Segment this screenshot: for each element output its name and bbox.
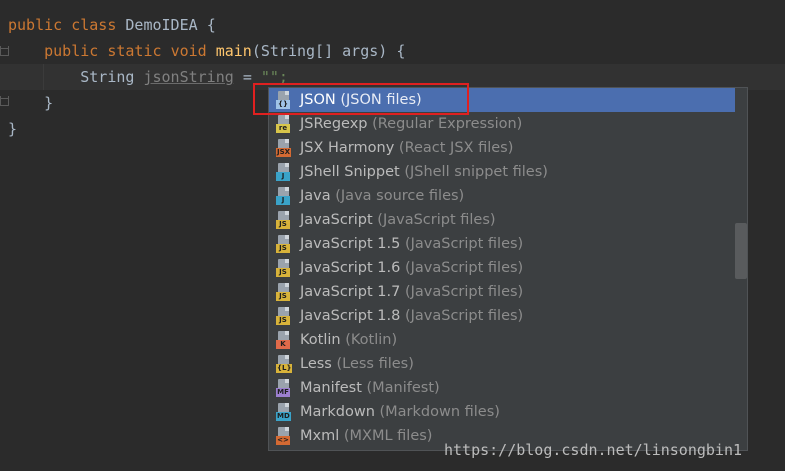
language-name: Kotlin: [300, 332, 341, 348]
keyword: class: [71, 16, 117, 34]
code-line-5: }: [8, 116, 17, 142]
javascript-file-icon: JS: [276, 235, 293, 253]
javascript-file-icon: JS: [276, 211, 293, 229]
kotlin-file-icon: K: [276, 331, 293, 349]
keyword: public: [8, 16, 63, 34]
completion-item-label: JSRegexp (Regular Expression): [300, 112, 522, 136]
less-file-icon: {L}: [276, 355, 293, 373]
watermark: https://blog.csdn.net/linsongbin1: [444, 441, 743, 459]
method-name: main: [215, 42, 252, 60]
annotation-highlight-box: [253, 83, 469, 115]
completion-item-label: JavaScript 1.8 (JavaScript files): [300, 304, 523, 328]
language-description: (JavaScript files): [404, 236, 524, 252]
close-brace: }: [8, 120, 18, 138]
javascript-file-icon: JS: [276, 283, 293, 301]
language-description: (JavaScript files): [404, 260, 524, 276]
completion-item-label: Java (Java source files): [300, 184, 464, 208]
completion-item[interactable]: JS JavaScript 1.6 (JavaScript files): [269, 256, 735, 280]
language-name: Java: [300, 188, 331, 204]
language-name: Manifest: [300, 380, 362, 396]
completion-item[interactable]: JS JavaScript 1.8 (JavaScript files): [269, 304, 735, 328]
close-brace: }: [44, 94, 54, 112]
completion-item-label: JavaScript (JavaScript files): [300, 208, 496, 232]
completion-item[interactable]: JS JavaScript 1.7 (JavaScript files): [269, 280, 735, 304]
completion-item-label: JavaScript 1.7 (JavaScript files): [300, 280, 523, 304]
code-line-1: public class DemoIDEA {: [8, 12, 216, 38]
language-description: (MXML files): [343, 428, 433, 444]
language-name: Less: [300, 356, 332, 372]
language-name: JSX Harmony: [300, 140, 395, 156]
jsx-file-icon: JSX: [276, 139, 293, 157]
completion-item[interactable]: JS JavaScript 1.5 (JavaScript files): [269, 232, 735, 256]
keyword: void: [170, 42, 207, 60]
completion-item[interactable]: re JSRegexp (Regular Expression): [269, 112, 735, 136]
keyword: public: [44, 42, 99, 60]
language-description: (JavaScript files): [377, 212, 496, 228]
language-name: Mxml: [300, 428, 340, 444]
completion-item[interactable]: K Kotlin (Kotlin): [269, 328, 735, 352]
language-description: (Manifest): [366, 380, 440, 396]
completion-item-label: Markdown (Markdown files): [300, 400, 500, 424]
completion-item[interactable]: J JShell Snippet (JShell snippet files): [269, 160, 735, 184]
jshell-file-icon: J: [276, 163, 293, 181]
manifest-file-icon: MF: [276, 379, 293, 397]
language-description: (Regular Expression): [372, 116, 523, 132]
completion-item[interactable]: JSX JSX Harmony (React JSX files): [269, 136, 735, 160]
language-name: JavaScript 1.6: [300, 260, 401, 276]
completion-item-label: Less (Less files): [300, 352, 414, 376]
completion-item-label: Kotlin (Kotlin): [300, 328, 397, 352]
language-description: (JShell snippet files): [404, 164, 548, 180]
javascript-file-icon: JS: [276, 307, 293, 325]
variable-name: jsonString: [143, 68, 234, 86]
completion-item[interactable]: J Java (Java source files): [269, 184, 735, 208]
language-name: JavaScript 1.8: [300, 308, 401, 324]
mxml-file-icon: <>: [276, 427, 293, 445]
code-line-2: public static void main(String[] args) {: [8, 38, 405, 64]
completion-item[interactable]: {L} Less (Less files): [269, 352, 735, 376]
class-name: DemoIDEA: [125, 16, 198, 34]
javascript-file-icon: JS: [276, 259, 293, 277]
completion-item[interactable]: JS JavaScript (JavaScript files): [269, 208, 735, 232]
completion-item-label: JavaScript 1.5 (JavaScript files): [300, 232, 523, 256]
regexp-file-icon: re: [276, 115, 293, 133]
code-line-3: String jsonString = "";: [8, 64, 288, 90]
code-line-4: }: [8, 90, 53, 116]
language-name: JavaScript: [300, 212, 373, 228]
method-args: (String[] args): [251, 42, 388, 60]
completion-item-label: JShell Snippet (JShell snippet files): [300, 160, 548, 184]
type-name: String: [80, 68, 135, 86]
open-brace: {: [206, 16, 216, 34]
language-description: (JavaScript files): [404, 308, 524, 324]
keyword: static: [107, 42, 162, 60]
assign-operator: =: [242, 68, 252, 86]
completion-item[interactable]: MD Markdown (Markdown files): [269, 400, 735, 424]
completion-list[interactable]: {} JSON (JSON files) re JSRegexp (Regular E…: [269, 88, 735, 448]
language-description: (JavaScript files): [404, 284, 524, 300]
language-name: JSRegexp: [300, 116, 368, 132]
completion-item-label: JavaScript 1.6 (JavaScript files): [300, 256, 523, 280]
java-file-icon: J: [276, 187, 293, 205]
markdown-file-icon: MD: [276, 403, 293, 421]
open-brace: {: [396, 42, 406, 60]
language-description: (React JSX files): [398, 140, 514, 156]
completion-item-label: Manifest (Manifest): [300, 376, 440, 400]
language-description: (Kotlin): [345, 332, 398, 348]
language-name: JShell Snippet: [300, 164, 400, 180]
completion-item-label: JSX Harmony (React JSX files): [300, 136, 513, 160]
language-description: (Java source files): [335, 188, 465, 204]
language-name: JavaScript 1.7: [300, 284, 401, 300]
completion-item-label: Mxml (MXML files): [300, 424, 432, 448]
language-name: Markdown: [300, 404, 375, 420]
language-description: (Markdown files): [379, 404, 500, 420]
completion-item[interactable]: MF Manifest (Manifest): [269, 376, 735, 400]
language-name: JavaScript 1.5: [300, 236, 401, 252]
language-completion-popup[interactable]: {} JSON (JSON files) re JSRegexp (Regular E…: [268, 87, 748, 451]
language-description: (Less files): [336, 356, 414, 372]
popup-scrollbar[interactable]: [735, 223, 747, 279]
